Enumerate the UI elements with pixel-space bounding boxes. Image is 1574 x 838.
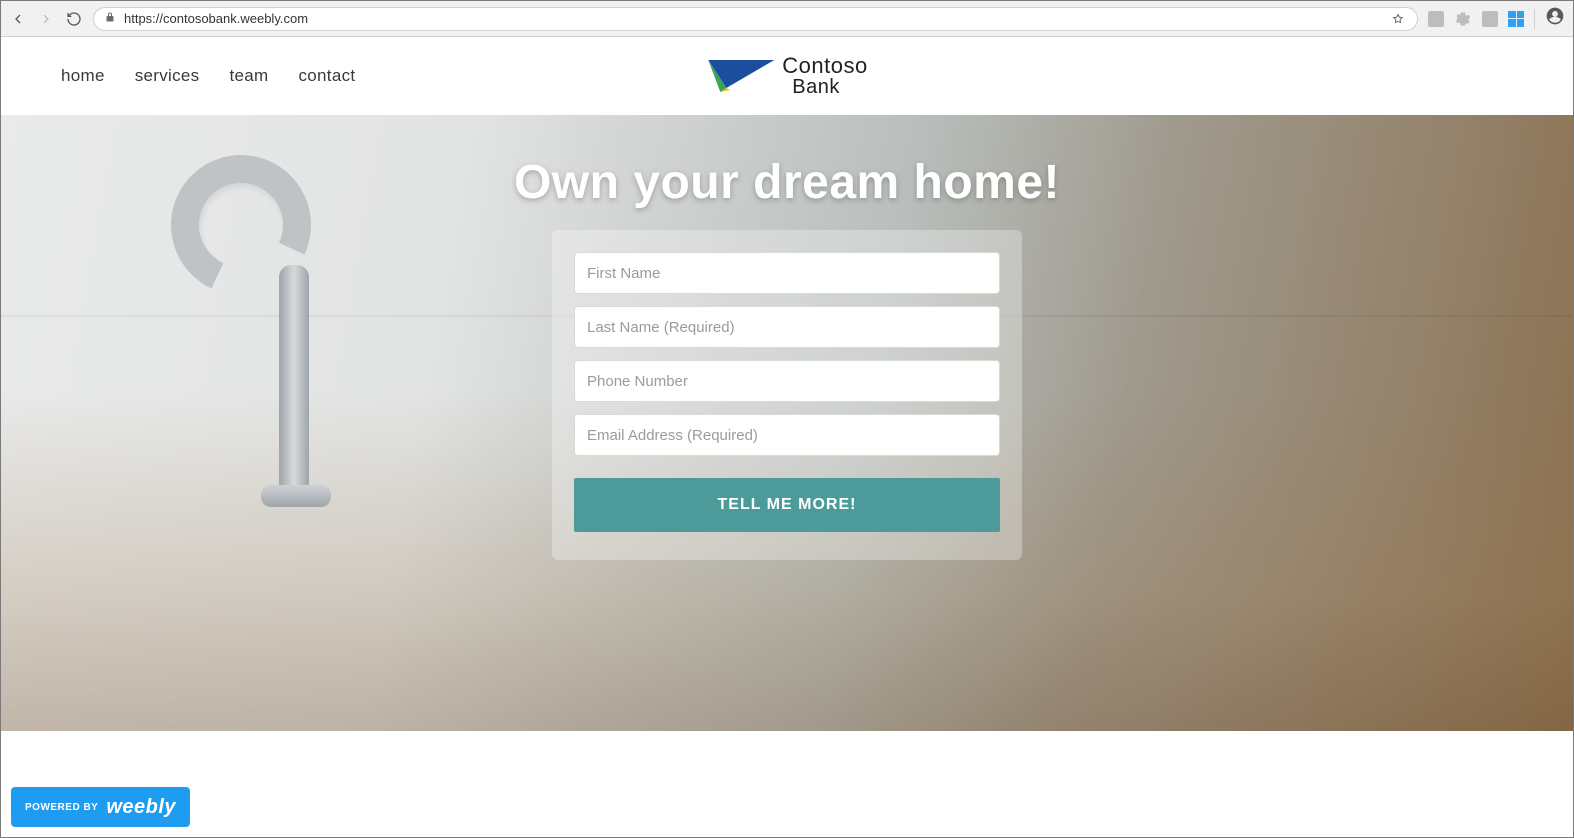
phone-input[interactable] — [574, 360, 1000, 402]
browser-toolbar — [1, 1, 1573, 37]
lead-form: TELL ME MORE! — [552, 230, 1022, 560]
email-input[interactable] — [574, 414, 1000, 456]
first-name-input[interactable] — [574, 252, 1000, 294]
browser-right-icons — [1428, 6, 1565, 31]
main-nav: home services team contact — [61, 66, 355, 86]
logo-line2: Bank — [792, 77, 867, 97]
extension-icon-2[interactable] — [1482, 11, 1498, 27]
logo-mark-icon — [706, 56, 776, 96]
nav-team[interactable]: team — [229, 66, 268, 86]
logo-text: Contoso Bank — [782, 55, 867, 97]
weebly-badge[interactable]: POWERED BY weebly — [11, 787, 190, 827]
submit-button[interactable]: TELL ME MORE! — [574, 478, 1000, 532]
logo-line1: Contoso — [782, 55, 867, 77]
site-header: home services team contact Contoso Bank — [1, 37, 1573, 115]
badge-brand: weebly — [106, 796, 176, 819]
extension-icon[interactable] — [1428, 11, 1444, 27]
page-body: home services team contact Contoso Bank — [1, 37, 1573, 837]
badge-powered-by: POWERED BY — [25, 802, 98, 813]
nav-services[interactable]: services — [135, 66, 200, 86]
star-icon[interactable] — [1389, 10, 1407, 28]
url-input[interactable] — [124, 11, 1381, 26]
account-icon[interactable] — [1545, 6, 1565, 31]
last-name-input[interactable] — [574, 306, 1000, 348]
windows-icon[interactable] — [1508, 11, 1524, 27]
hero-section: Own your dream home! TELL ME MORE! — [1, 115, 1573, 731]
nav-contact[interactable]: contact — [298, 66, 355, 86]
site-logo[interactable]: Contoso Bank — [706, 55, 867, 97]
lock-icon — [104, 11, 116, 26]
hero-title: Own your dream home! — [1, 155, 1573, 210]
address-bar[interactable] — [93, 7, 1418, 31]
reload-button[interactable] — [65, 10, 83, 28]
settings-gear-icon[interactable] — [1454, 10, 1472, 28]
forward-button[interactable] — [37, 10, 55, 28]
nav-home[interactable]: home — [61, 66, 105, 86]
back-button[interactable] — [9, 10, 27, 28]
toolbar-divider — [1534, 9, 1535, 29]
